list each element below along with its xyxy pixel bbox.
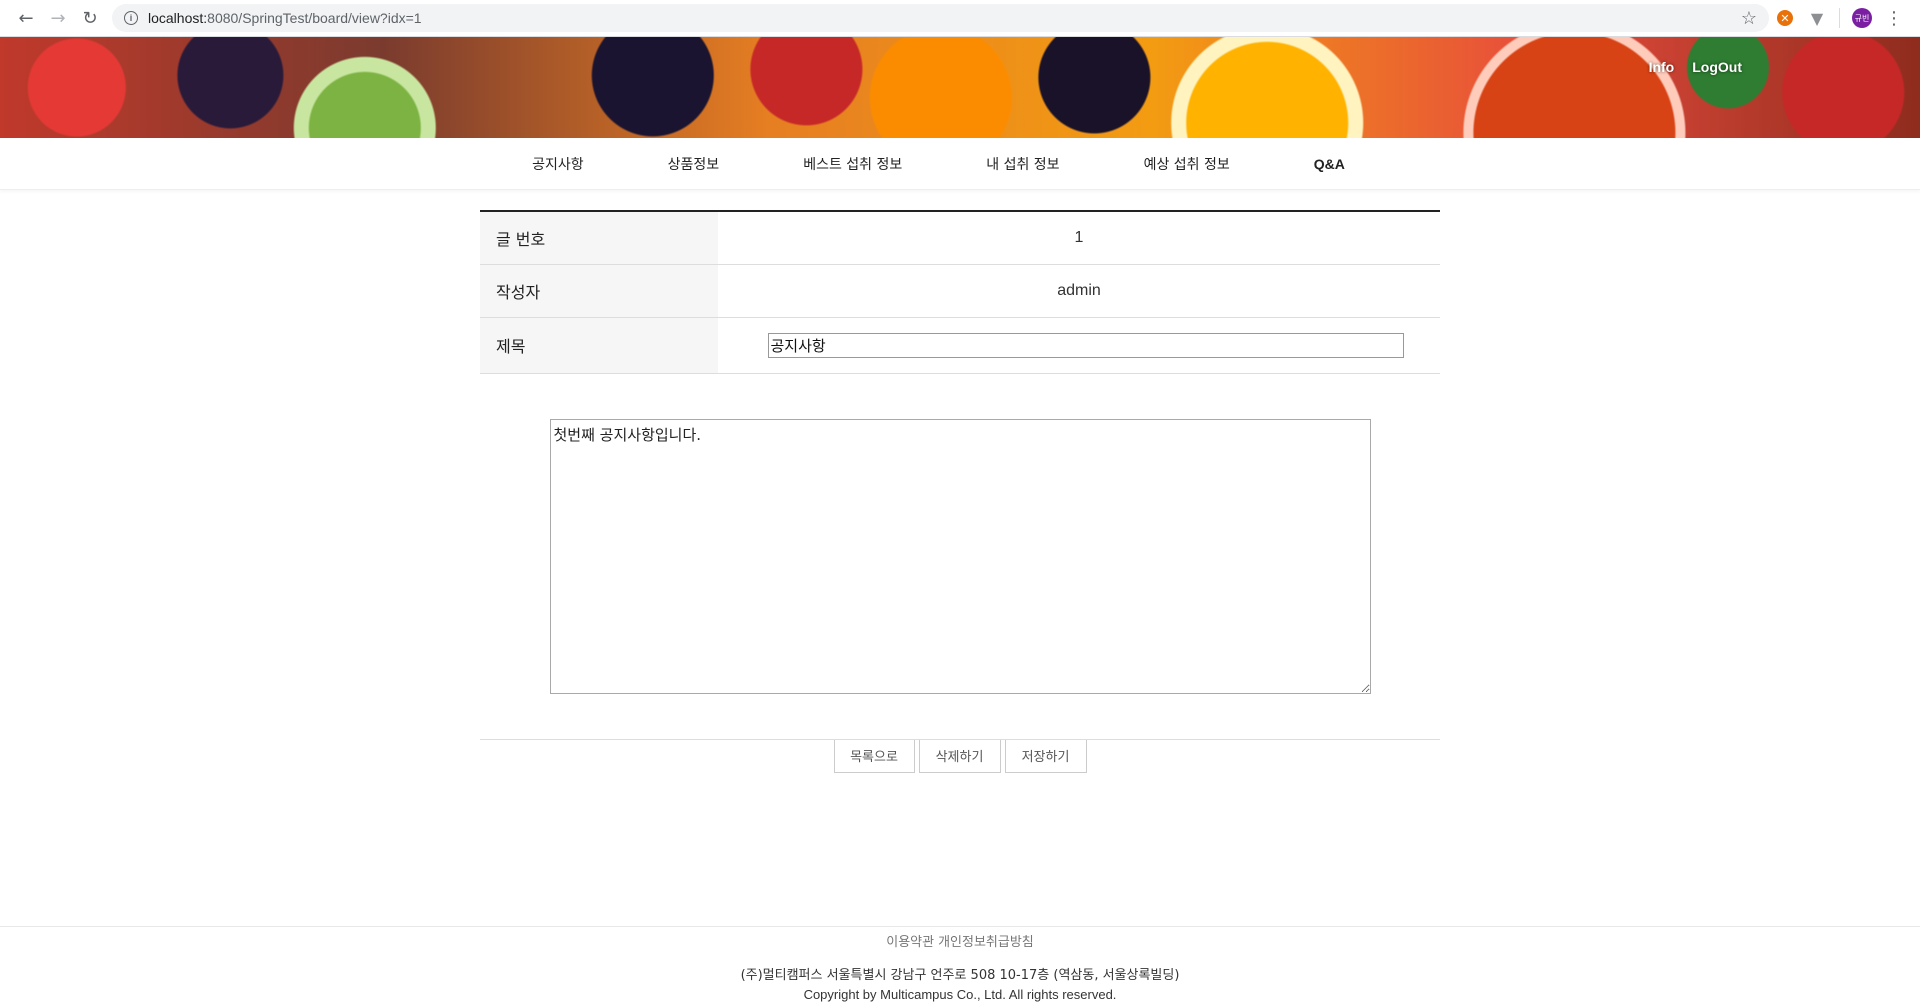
body-textarea[interactable]: 첫번째 공지사항입니다.: [549, 418, 1371, 694]
title-input[interactable]: [767, 332, 1404, 358]
body-area: 첫번째 공지사항입니다.: [480, 374, 1440, 739]
avatar-text: 규빈: [1852, 8, 1872, 28]
back-arrow-icon[interactable]: ←: [10, 2, 42, 34]
top-links: Info LogOut: [1649, 59, 1742, 75]
url-path: 8080/SpringTest/board/view?idx=1: [207, 10, 422, 26]
browser-toolbar: ← → ↻ i localhost: 8080/SpringTest/board/…: [0, 0, 1920, 37]
footer: 이용약관 개인정보취급방침 (주)멀티캠퍼스 서울특별시 강남구 언주로 508 …: [0, 926, 1920, 1002]
post-view: 글 번호 1 작성자 admin 제목 첫번째 공지사항입니다. 목록으로 삭제…: [480, 210, 1440, 773]
post-info-table: 글 번호 1 작성자 admin 제목: [480, 210, 1440, 374]
nav-item-products[interactable]: 상품정보: [626, 154, 762, 174]
post-number-value: 1: [718, 211, 1440, 265]
post-number-label: 글 번호: [480, 211, 718, 265]
main-nav: 공지사항 상품정보 베스트 섭취 정보 내 섭취 정보 예상 섭취 정보 Q&A: [0, 138, 1920, 190]
action-buttons: 목록으로 삭제하기 저장하기: [480, 738, 1440, 773]
author-label: 작성자: [480, 264, 718, 318]
fruit-banner: Info LogOut: [0, 37, 1920, 138]
title-cell: [718, 317, 1440, 374]
title-label: 제목: [480, 317, 718, 374]
footer-links: 이용약관 개인정보취급방침: [0, 931, 1920, 950]
extension-x-icon[interactable]: ✕: [1769, 2, 1801, 34]
nav-item-my-intake[interactable]: 내 섭취 정보: [944, 154, 1101, 174]
save-button[interactable]: 저장하기: [1004, 739, 1087, 773]
table-row: 글 번호 1: [480, 211, 1440, 265]
privacy-link[interactable]: 개인정보취급방침: [938, 935, 1034, 950]
nav-item-best-intake[interactable]: 베스트 섭취 정보: [761, 154, 944, 174]
table-row: 작성자 admin: [480, 264, 1440, 318]
nav-item-expected-intake[interactable]: 예상 섭취 정보: [1102, 154, 1272, 174]
forward-arrow-icon[interactable]: →: [42, 2, 74, 34]
nav-item-qna[interactable]: Q&A: [1272, 156, 1387, 172]
footer-copyright: Copyright by Multicampus Co., Ltd. All r…: [803, 987, 1117, 1002]
browser-menu-icon[interactable]: ⋮: [1878, 2, 1910, 34]
url-host: localhost:: [148, 10, 208, 26]
toolbar-divider: [1839, 8, 1840, 28]
extension-v-icon[interactable]: ▼: [1801, 2, 1833, 34]
back-to-list-button[interactable]: 목록으로: [833, 739, 915, 773]
nav-item-notice[interactable]: 공지사항: [490, 154, 626, 174]
address-bar[interactable]: i localhost: 8080/SpringTest/board/view?i…: [112, 4, 1769, 32]
bookmark-star-icon[interactable]: ☆: [1741, 8, 1757, 29]
reload-icon[interactable]: ↻: [74, 2, 106, 34]
logout-link[interactable]: LogOut: [1692, 59, 1742, 75]
info-link[interactable]: Info: [1649, 59, 1675, 75]
terms-link[interactable]: 이용약관: [886, 935, 934, 950]
author-value: admin: [718, 264, 1440, 318]
profile-avatar[interactable]: 규빈: [1846, 2, 1878, 34]
delete-button[interactable]: 삭제하기: [918, 739, 1001, 773]
table-row: 제목: [480, 317, 1440, 374]
site-info-icon[interactable]: i: [124, 11, 138, 25]
footer-address: (주)멀티캠퍼스 서울특별시 강남구 언주로 508 10-17층 (역삼동, …: [740, 968, 1180, 983]
